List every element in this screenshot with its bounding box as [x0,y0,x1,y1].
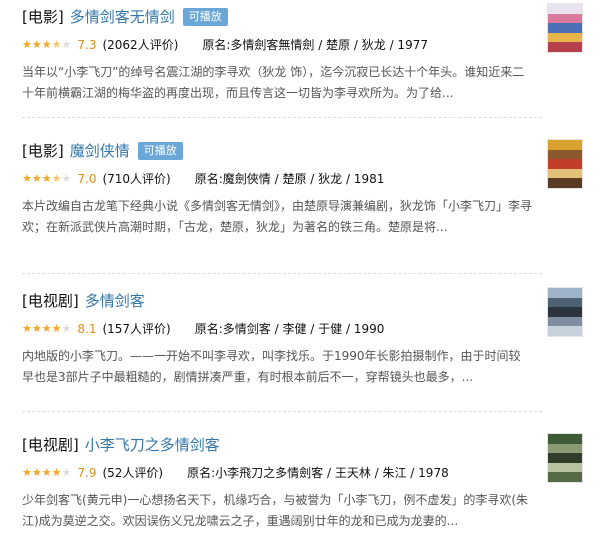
poster-thumbnail[interactable] [548,140,582,188]
result-description: 少年剑客飞(黄元申)一心想扬名天下，机缘巧合，与被誉为「小李飞刀，例不虚发」的李… [22,493,529,528]
star-icon: ★ [22,321,32,335]
star-icon: ★ [51,321,62,335]
star-icon: ★ [31,171,42,185]
poster-thumbnail[interactable] [548,4,582,52]
star-rating: ★ ★ ★ ★ ★ [22,465,72,479]
star-icon: ★ [51,465,62,479]
rating-row: ★ ★ ★ ★ ★ 7.0 (710人评价) 原名:魔劍俠情 / 楚原 / 狄龙 / 1… [22,170,384,187]
poster-image-band [548,472,582,482]
star-icon: ★ [22,171,32,185]
star-icon: ★ [41,171,52,185]
result-title-row: [电视剧] 多情剑客 [22,290,153,311]
subject-info: 原名:多情剑客 / 李健 / 于健 / 1990 [194,322,385,336]
rating-count: (710人评价) [102,172,171,186]
rating-count: (157人评价) [102,322,171,336]
rating-row: ★ ★ ★ ★ ★ 7.9 (52人评价) 原名:小李飛刀之多情劍客 / 王天林 / 朱… [22,464,449,481]
poster-image-band [548,159,582,169]
rating-row: ★ ★ ★ ★ ★ 7.3 (2062人评价) 原名:多情劍客無情劍 / 楚原 / 狄龙… [22,36,428,53]
divider [22,273,542,274]
star-icon: ★ [31,321,42,335]
subject-info: 原名:小李飛刀之多情劍客 / 王天林 / 朱江 / 1978 [187,466,449,480]
result-item: [电影] 魔剑侠情 可播放 ★ ★ ★ ★ ★ 7.0 (710人评价) 原名:魔劍俠情… [0,134,613,274]
star-icon: ★ [41,37,52,51]
result-title-row: [电影] 魔剑侠情 可播放 [22,140,183,161]
subject-info: 原名:多情劍客無情劍 / 楚原 / 狄龙 / 1977 [202,38,428,52]
category-label: [电影] [22,8,64,26]
poster-image-band [548,297,582,308]
poster-image-band [548,140,582,150]
star-icon: ★ [41,321,52,335]
result-description: 当年以“小李飞刀”的绰号名震江湖的李寻欢（狄龙 饰），迄今沉寂已长达十个年头。谁… [22,65,525,100]
rating-score: 8.1 [77,321,97,336]
star-icon: ★ [51,37,62,51]
rating-score: 7.0 [77,171,97,186]
star-icon: ★ [31,465,42,479]
category-label: [电影] [22,142,64,160]
star-icon: ★ [61,465,72,479]
poster-image-band [548,443,582,454]
result-title-row: [电视剧] 小李飞刀之多情剑客 [22,434,228,455]
star-icon: ★ [51,171,62,185]
result-title-link[interactable]: 魔剑侠情 [70,140,130,161]
poster-image-band [548,316,582,327]
poster-image-band [548,23,582,33]
playable-badge[interactable]: 可播放 [182,7,228,26]
result-description: 本片改编自古龙笔下经典小说《多情剑客无情剑》，由楚原导演兼编剧，狄龙饰「小李飞刀… [22,199,533,234]
result-title-link[interactable]: 多情剑客 [85,290,145,311]
poster-thumbnail[interactable] [548,288,582,336]
result-description: 内地版的小李飞刀。——一开始不叫李寻欢，叫李找乐。于1990年长影拍摄制作，由于… [22,349,521,384]
star-rating: ★ ★ ★ ★ ★ [22,37,72,51]
poster-image-band [548,4,582,14]
star-icon: ★ [61,171,72,185]
poster-image-band [548,42,582,52]
result-item: [电视剧] 多情剑客 ★ ★ ★ ★ ★ 8.1 (157人评价) 原名:多情剑客 / … [0,284,613,412]
poster-image-band [548,149,582,160]
poster-image-band [548,13,582,24]
playable-badge[interactable]: 可播放 [137,141,183,160]
poster-image-band [548,453,582,463]
star-icon: ★ [31,37,42,51]
rating-count: (52人评价) [102,466,164,480]
poster-thumbnail[interactable] [548,434,582,482]
result-item: [电影] 多情剑客无情剑 可播放 ★ ★ ★ ★ ★ 7.3 (2062人评价) 原名:… [0,0,613,118]
star-icon: ★ [61,321,72,335]
poster-image-band [548,326,582,336]
poster-image-band [548,178,582,188]
divider [22,411,542,412]
poster-image-band [548,32,582,43]
star-rating: ★ ★ ★ ★ ★ [22,171,72,185]
divider [22,117,542,118]
poster-image-band [548,288,582,298]
star-icon: ★ [22,37,32,51]
star-icon: ★ [22,465,32,479]
rating-score: 7.3 [77,37,97,52]
category-label: [电视剧] [22,436,79,454]
subject-info: 原名:魔劍俠情 / 楚原 / 狄龙 / 1981 [194,172,385,186]
star-icon: ★ [61,37,72,51]
rating-score: 7.9 [77,465,97,480]
poster-image-band [548,462,582,473]
star-rating: ★ ★ ★ ★ ★ [22,321,72,335]
poster-image-band [548,307,582,317]
category-label: [电视剧] [22,292,79,310]
poster-image-band [548,434,582,444]
poster-image-band [548,168,582,179]
rating-count: (2062人评价) [102,38,179,52]
result-title-row: [电影] 多情剑客无情剑 可播放 [22,6,228,27]
rating-row: ★ ★ ★ ★ ★ 8.1 (157人评价) 原名:多情剑客 / 李健 / 于健 / 1… [22,320,384,337]
result-title-link[interactable]: 多情剑客无情剑 [70,6,175,27]
result-item: [电视剧] 小李飞刀之多情剑客 ★ ★ ★ ★ ★ 7.9 (52人评价) 原名:小李飛… [0,428,613,556]
search-result-list: [电影] 多情剑客无情剑 可播放 ★ ★ ★ ★ ★ 7.3 (2062人评价) 原名:… [0,0,613,556]
result-title-link[interactable]: 小李飞刀之多情剑客 [85,434,220,455]
star-icon: ★ [41,465,52,479]
